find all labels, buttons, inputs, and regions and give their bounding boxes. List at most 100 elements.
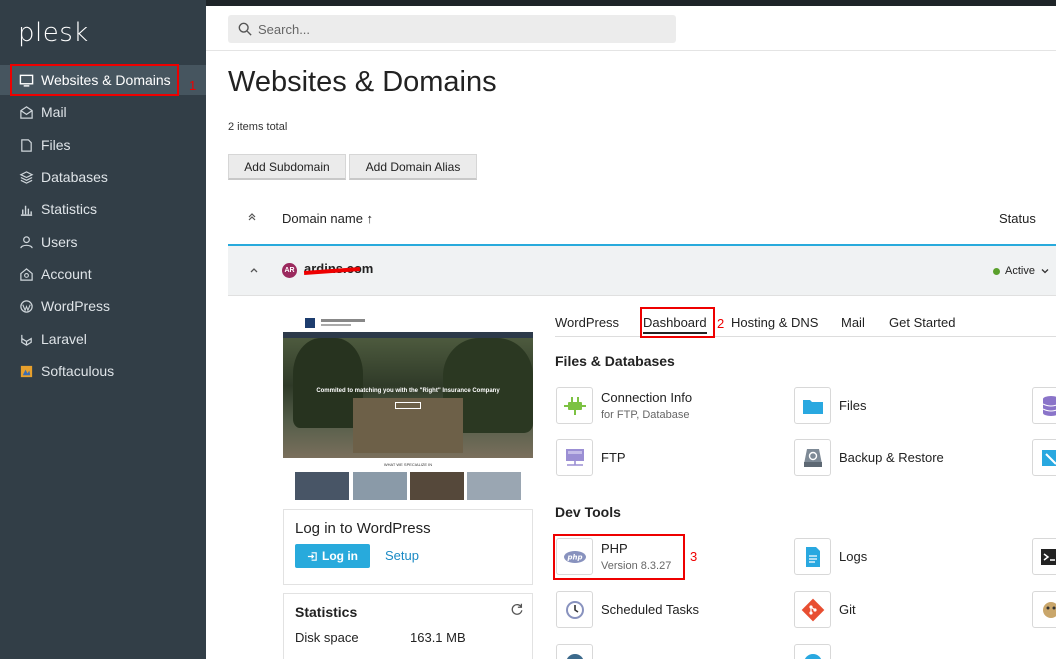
preview-section-title: WHAT WE SPECIALIZE IN: [383, 462, 433, 467]
sidebar-item-websites-domains[interactable]: Websites & Domains: [0, 65, 206, 95]
sidebar-item-label: Databases: [41, 169, 108, 185]
tab-mail[interactable]: Mail: [841, 315, 865, 330]
sidebar-item-label: Statistics: [41, 201, 98, 217]
tool-logs[interactable]: Logs: [794, 538, 867, 575]
plesk-logo[interactable]: plesk: [18, 18, 89, 48]
logs-icon: [794, 538, 831, 575]
sidebar-item-softaculous[interactable]: Softaculous: [0, 356, 206, 386]
softaculous-icon: [18, 363, 34, 379]
database-icon: [1032, 387, 1056, 424]
svg-text:php: php: [566, 553, 582, 561]
sidebar-item-databases[interactable]: Databases: [0, 162, 206, 192]
sidebar: plesk Websites & Domains Mail Files Data…: [0, 0, 206, 659]
page-title: Websites & Domains: [228, 66, 497, 98]
tool-title: Logs: [839, 549, 868, 564]
preview-thumb: [353, 472, 407, 500]
column-header-domain[interactable]: Domain name ↑: [282, 211, 373, 226]
terminal-icon: [1032, 538, 1056, 575]
account-icon: [18, 266, 34, 282]
column-header-status[interactable]: Status: [999, 211, 1036, 226]
laravel-icon: [18, 331, 34, 347]
domain-avatar: AR: [282, 263, 297, 278]
statistics-card: Statistics Disk space 163.1 MB: [283, 593, 533, 659]
site-preview-thumbnail[interactable]: Commited to matching you with the "Right…: [283, 314, 533, 500]
tool-php[interactable]: php PHP Version 8.3.27: [556, 538, 671, 575]
wordpress-login-card: Log in to WordPress Log in Setup: [283, 509, 533, 585]
preview-hero-image: Commited to matching you with the "Right…: [283, 338, 533, 458]
tool-title: FTP: [601, 450, 626, 465]
wordpress-login-button[interactable]: Log in: [295, 544, 370, 568]
folder-icon: [794, 387, 831, 424]
collapse-all-icon[interactable]: [247, 212, 257, 225]
tab-dashboard[interactable]: Dashboard: [643, 315, 707, 334]
add-domain-alias-button[interactable]: Add Domain Alias: [349, 154, 477, 180]
sidebar-item-users[interactable]: Users: [0, 227, 206, 257]
tool-ftp[interactable]: FTP: [556, 439, 626, 476]
import-icon: [1032, 439, 1056, 476]
tabs-divider: [555, 336, 1056, 337]
sidebar-item-wordpress[interactable]: WordPress: [0, 291, 206, 321]
preview-header-text: [321, 324, 351, 326]
tab-get-started[interactable]: Get Started: [889, 315, 955, 330]
sidebar-item-laravel[interactable]: Laravel: [0, 324, 206, 354]
search-input[interactable]: [258, 21, 658, 37]
sidebar-item-files[interactable]: Files: [0, 130, 206, 160]
user-icon: [18, 234, 34, 250]
tool-title: Scheduled Tasks: [601, 602, 700, 617]
preview-thumb: [410, 472, 464, 500]
tool-site-import[interactable]: [1032, 439, 1056, 476]
ftp-icon: [556, 439, 593, 476]
sidebar-item-label: Users: [41, 234, 78, 250]
status-dot-icon: [993, 267, 1001, 275]
tool-terminal[interactable]: [1032, 538, 1056, 575]
php-icon: php: [556, 538, 593, 575]
login-icon: [307, 551, 317, 561]
sidebar-item-label: WordPress: [41, 298, 110, 314]
disk-space-value: 163.1 MB: [410, 630, 466, 645]
envelope-icon: [18, 104, 34, 120]
section-title-dev-tools: Dev Tools: [555, 504, 621, 520]
tool-wordpress-partial[interactable]: [556, 644, 601, 659]
tab-hosting-dns[interactable]: Hosting & DNS: [731, 315, 818, 330]
preview-learn-more: [395, 402, 421, 409]
tool-backup-restore[interactable]: Backup & Restore: [794, 439, 944, 476]
tool-git[interactable]: Git: [794, 591, 856, 628]
tool-title: Files: [839, 398, 867, 413]
search-icon: [238, 22, 252, 36]
main-content: Websites & Domains 2 items total Add Sub…: [206, 6, 1056, 659]
tool-files[interactable]: Files: [794, 387, 866, 424]
tool-website-partial[interactable]: [794, 644, 839, 659]
status-badge: Active: [993, 265, 1050, 277]
sidebar-item-mail[interactable]: Mail: [0, 97, 206, 127]
search-bar[interactable]: [228, 15, 676, 43]
tool-databases[interactable]: [1032, 387, 1056, 424]
setup-link[interactable]: Setup: [385, 548, 419, 563]
sidebar-item-label: Files: [41, 137, 71, 153]
sidebar-item-account[interactable]: Account: [0, 259, 206, 289]
items-total: 2 items total: [228, 121, 288, 133]
tool-scheduled-tasks[interactable]: Scheduled Tasks: [556, 591, 699, 628]
stack-icon: [18, 169, 34, 185]
login-button-label: Log in: [322, 549, 358, 563]
sidebar-item-label: Mail: [41, 104, 67, 120]
bar-chart-icon: [18, 201, 34, 217]
refresh-icon[interactable]: [510, 602, 524, 616]
tool-subtitle: Version 8.3.27: [601, 560, 672, 572]
chevron-down-icon[interactable]: [1040, 266, 1050, 276]
preview-logo-icon: [305, 318, 315, 328]
preview-header-text: [321, 319, 365, 322]
clock-icon: [556, 591, 593, 628]
tab-wordpress[interactable]: WordPress: [555, 315, 619, 330]
card-title: Log in to WordPress: [295, 520, 431, 537]
sidebar-item-statistics[interactable]: Statistics: [0, 194, 206, 224]
header-divider: [206, 50, 1056, 51]
domain-row[interactable]: AR ardins.com Active: [228, 246, 1056, 296]
git-icon: [794, 591, 831, 628]
tool-connection-info[interactable]: Connection Info for FTP, Database: [556, 387, 692, 424]
add-subdomain-button[interactable]: Add Subdomain: [228, 154, 346, 180]
preview-thumb: [295, 472, 349, 500]
chevron-up-icon[interactable]: [249, 265, 259, 278]
tool-extra[interactable]: [1032, 591, 1056, 628]
globe-icon: [794, 644, 831, 659]
plug-icon: [556, 387, 593, 424]
